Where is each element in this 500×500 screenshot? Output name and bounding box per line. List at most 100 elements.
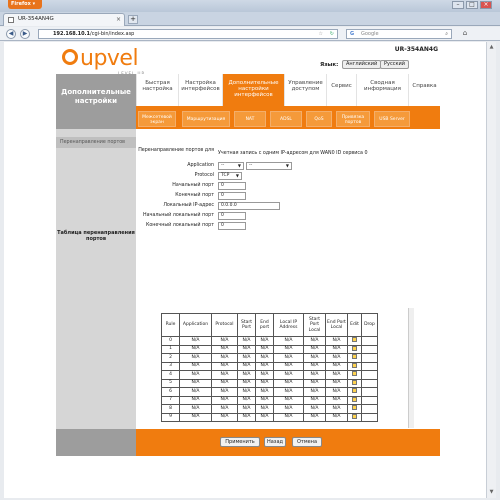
new-tab-button[interactable]: + [128, 15, 138, 24]
tab-advanced-setup[interactable]: Дополнительные настройки интерфейсов [222, 74, 284, 106]
application-preset-select[interactable]: -- ▼ [246, 162, 292, 170]
browser-tab[interactable]: UR-354AN4G × [3, 13, 125, 26]
tab-interface-setup[interactable]: Настройка интерфейсов [178, 74, 222, 106]
table-cell: N/A [303, 387, 326, 397]
table-cell: N/A [211, 395, 238, 405]
edit-cell[interactable] [347, 404, 362, 414]
tab-help[interactable]: Справка [408, 74, 440, 106]
lang-russian-button[interactable]: Русский [380, 60, 409, 69]
page-scrollbar[interactable]: ▲ ▼ [486, 42, 496, 498]
col-end-port-local: End Port Local [325, 313, 348, 337]
model-name: UR-354AN4G [394, 46, 438, 53]
edit-icon[interactable] [352, 388, 357, 394]
search-icon[interactable]: ⌕ [445, 30, 448, 38]
url-host: 192.168.10.1 [53, 31, 91, 37]
table-cell: N/A [273, 412, 304, 422]
table-cell: N/A [303, 353, 326, 363]
edit-cell[interactable] [347, 412, 362, 422]
edit-icon[interactable] [352, 405, 357, 411]
col-local-ip: Local IP Address [273, 313, 304, 337]
end-port-input[interactable]: 0 [218, 192, 246, 200]
tab-quick-setup[interactable]: Быстрая настройка [136, 74, 178, 106]
lang-english-button[interactable]: Английский [342, 60, 382, 69]
edit-cell[interactable] [347, 378, 362, 388]
url-bar[interactable]: 192.168.10.1/cgi-bin/index.asp ☆ ↻ [38, 29, 338, 39]
tab-close-icon[interactable]: × [116, 16, 121, 23]
scroll-up-icon[interactable]: ▲ [488, 44, 495, 51]
table-cell: 3 [161, 361, 180, 371]
table-cell: N/A [303, 395, 326, 405]
arrow-right-icon[interactable]: ▶ [20, 29, 30, 39]
back-button[interactable]: Назад [264, 437, 286, 447]
table-cell: N/A [179, 344, 212, 354]
firefox-menu-button[interactable]: Firefox ▾ [8, 0, 42, 9]
col-drop: Drop [361, 313, 378, 337]
browser-window: Firefox ▾ – □ × UR-354AN4G × + ◀ ▶ 192.1… [0, 0, 500, 500]
tab-access-management[interactable]: Управление доступом [284, 74, 326, 106]
cancel-button[interactable]: Отмена [292, 437, 322, 447]
tab-maintenance[interactable]: Сервис [326, 74, 356, 106]
edit-cell[interactable] [347, 353, 362, 363]
end-local-port-input[interactable]: 0 [218, 222, 246, 230]
apply-button[interactable]: Применить [220, 437, 260, 447]
language-label: Язык: [320, 62, 339, 68]
edit-cell[interactable] [347, 395, 362, 405]
subtab-usb-server[interactable]: USB Server [374, 111, 410, 127]
subtab-port-binding[interactable]: Привязка портов [336, 111, 370, 127]
edit-cell[interactable] [347, 370, 362, 380]
subtab-routing[interactable]: Маршрутизация [182, 111, 230, 127]
local-ip-input[interactable]: 0.0.0.0 [218, 202, 280, 210]
table-cell: N/A [211, 370, 238, 380]
col-edit: Edit [347, 313, 362, 337]
col-start-port: Start Port [237, 313, 256, 337]
edit-cell[interactable] [347, 361, 362, 371]
reload-icon[interactable]: ↻ [330, 30, 334, 38]
table-cell: N/A [273, 378, 304, 388]
scroll-down-icon[interactable]: ▼ [488, 489, 495, 496]
bookmark-star-icon[interactable]: ☆ [319, 30, 323, 38]
edit-icon[interactable] [352, 354, 357, 360]
table-row: 2 N/A N/A N/A N/A N/A N/A N/A [161, 353, 378, 363]
search-input[interactable]: G Google ⌕ [346, 29, 452, 39]
local-ip-label: Локальный IP-адрес [163, 203, 214, 208]
edit-icon[interactable] [352, 337, 357, 343]
table-cell: N/A [179, 412, 212, 422]
table-cell: N/A [303, 344, 326, 354]
minimize-icon[interactable]: – [452, 1, 464, 9]
table-cell: N/A [237, 361, 256, 371]
subtab-adsl[interactable]: ADSL [270, 111, 302, 127]
start-port-input[interactable]: 0 [218, 182, 246, 190]
table-row: 8 N/A N/A N/A N/A N/A N/A N/A [161, 404, 378, 414]
table-cell: N/A [303, 361, 326, 371]
table-cell: N/A [211, 378, 238, 388]
edit-icon[interactable] [352, 396, 357, 402]
maximize-icon[interactable]: □ [466, 1, 478, 9]
table-section-title: Таблица перенаправления портов [57, 230, 135, 242]
tab-status[interactable]: Сводная информация [356, 74, 408, 106]
application-select[interactable]: -- ▼ [218, 162, 244, 170]
subtab-firewall[interactable]: Межсетевой экран [138, 111, 176, 127]
start-local-port-input[interactable]: 0 [218, 212, 246, 220]
table-cell: N/A [325, 387, 348, 397]
table-cell: N/A [255, 378, 274, 388]
home-icon[interactable]: ⌂ [460, 29, 470, 39]
arrow-left-icon[interactable]: ◀ [6, 29, 16, 39]
edit-icon[interactable] [352, 371, 357, 377]
close-icon[interactable]: × [480, 1, 492, 9]
protocol-select[interactable]: TCP ▼ [218, 172, 242, 180]
edit-icon[interactable] [352, 345, 357, 351]
subtab-qos[interactable]: QoS [306, 111, 332, 127]
edit-cell[interactable] [347, 387, 362, 397]
edit-icon[interactable] [352, 362, 357, 368]
table-cell: N/A [325, 404, 348, 414]
left-column [56, 129, 136, 429]
table-cell: N/A [237, 336, 256, 346]
table-cell: N/A [211, 412, 238, 422]
edit-cell[interactable] [347, 336, 362, 346]
subtab-nat[interactable]: NAT [234, 111, 266, 127]
edit-cell[interactable] [347, 344, 362, 354]
edit-icon[interactable] [352, 379, 357, 385]
edit-icon[interactable] [352, 413, 357, 419]
table-cell: N/A [179, 361, 212, 371]
table-scrollbar[interactable] [408, 308, 414, 428]
